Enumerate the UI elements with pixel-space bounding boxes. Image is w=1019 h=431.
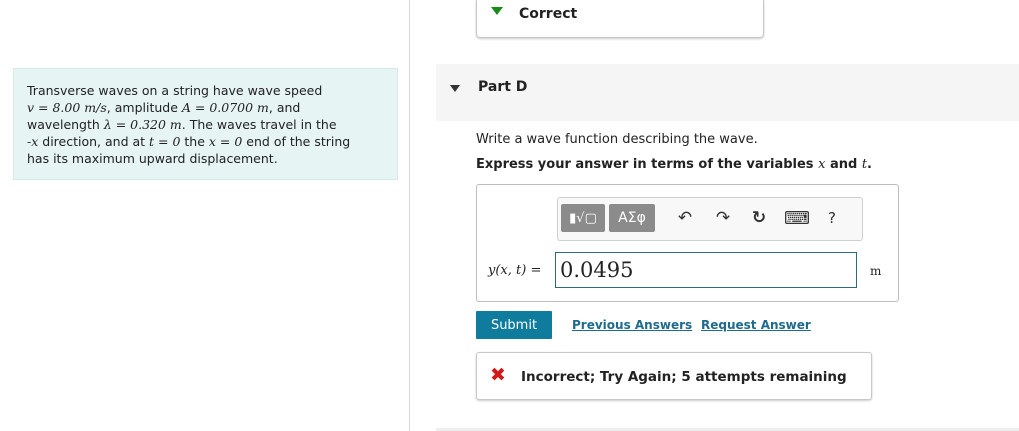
wavelength: λ = 0.320 m	[103, 117, 182, 132]
part-prompt: Write a wave function describing the wav…	[476, 132, 758, 147]
amplitude: A = 0.0700 m	[181, 100, 269, 115]
problem-statement: Transverse waves on a string have wave s…	[13, 68, 398, 180]
answer-box: ▮√▢ ΑΣφ ↶ ↷ ↻ ⌨ ? y(x, t) = m	[476, 184, 899, 302]
instruction-text: .	[867, 157, 872, 172]
problem-line-5: has its maximum upward displacement.	[27, 151, 278, 166]
instruction-text: and	[825, 157, 862, 172]
submit-button[interactable]: Submit	[476, 311, 552, 339]
problem-text: . The waves travel in the	[181, 117, 337, 132]
answer-input[interactable]	[555, 252, 857, 288]
math-toolbar: ▮√▢ ΑΣφ ↶ ↷ ↻ ⌨ ?	[557, 197, 863, 241]
keyboard-icon[interactable]: ⌨	[784, 206, 810, 230]
unit-label: m	[870, 264, 882, 278]
help-icon[interactable]: ?	[820, 206, 844, 230]
direction: -x	[27, 134, 39, 149]
position-zero: x = 0	[208, 134, 243, 149]
part-d-header[interactable]: Part D	[436, 64, 1019, 121]
problem-text: end of the string	[242, 134, 351, 149]
greek-symbols-button[interactable]: ΑΣφ	[609, 204, 655, 232]
equation-label: y(x, t) =	[488, 263, 542, 278]
incorrect-feedback: ✖ Incorrect; Try Again; 5 attempts remai…	[476, 352, 872, 400]
correct-label: Correct	[519, 6, 578, 22]
close-x-icon: ✖	[490, 364, 506, 386]
previous-answers-link[interactable]: Previous Answers	[572, 318, 692, 332]
problem-text: , amplitude	[106, 100, 182, 115]
problem-text: direction, and at	[38, 134, 150, 149]
time-zero: t = 0	[149, 134, 181, 149]
problem-text: , and	[268, 100, 301, 115]
part-title: Part D	[478, 79, 528, 95]
caret-down-icon[interactable]	[450, 85, 460, 92]
templates-button[interactable]: ▮√▢	[561, 204, 605, 232]
problem-text: the	[180, 134, 209, 149]
request-answer-link[interactable]: Request Answer	[701, 318, 811, 332]
undo-icon[interactable]: ↶	[673, 206, 697, 230]
reset-icon[interactable]: ↻	[747, 206, 771, 230]
left-pane: Transverse waves on a string have wave s…	[0, 0, 410, 431]
check-icon	[491, 7, 503, 15]
answer-instruction: Express your answer in terms of the vari…	[476, 157, 872, 172]
problem-line-1: Transverse waves on a string have wave s…	[27, 83, 323, 98]
instruction-text: Express your answer in terms of the vari…	[476, 157, 819, 172]
problem-text: wavelength	[27, 117, 104, 132]
previous-part-feedback: Correct	[476, 0, 764, 38]
wave-speed: v = 8.00 m/s	[27, 100, 107, 115]
feedback-message: Incorrect; Try Again; 5 attempts remaini…	[521, 369, 847, 385]
redo-icon[interactable]: ↷	[711, 206, 735, 230]
